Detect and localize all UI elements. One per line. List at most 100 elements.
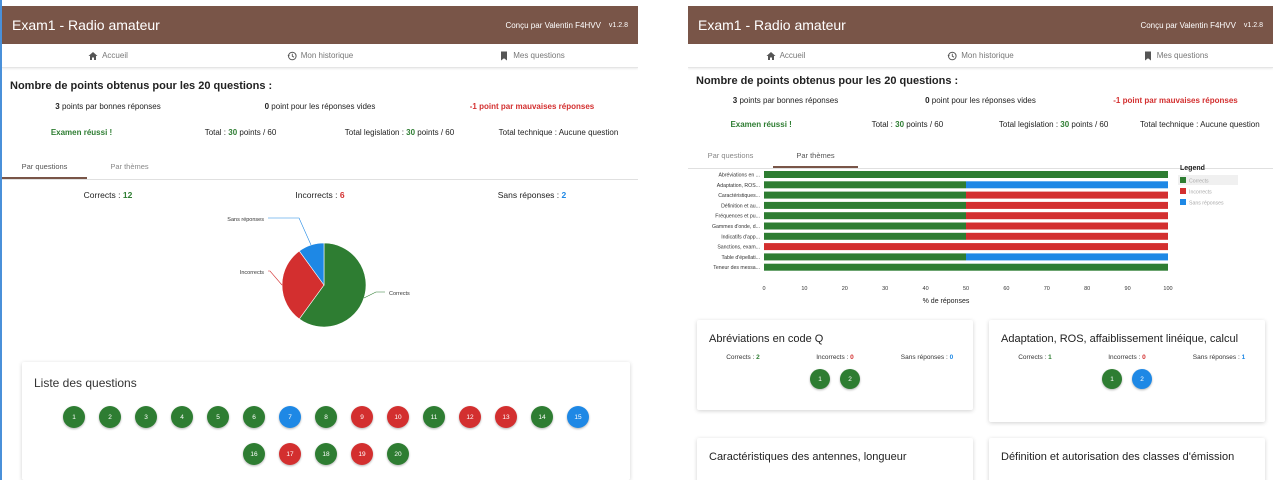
bar-segment bbox=[764, 243, 1168, 251]
bar-category-label: Fréquences et pu... bbox=[715, 214, 760, 220]
bar-segment bbox=[966, 191, 1168, 199]
nav-questions-right[interactable]: Mes questions bbox=[1078, 51, 1273, 61]
question-button[interactable]: 1 bbox=[63, 406, 85, 428]
x-tick-label: 30 bbox=[882, 286, 888, 292]
tab-by-question[interactable]: Par questions bbox=[2, 154, 87, 179]
x-tick-label: 100 bbox=[1163, 286, 1172, 292]
question-button[interactable]: 4 bbox=[171, 406, 193, 428]
question-button[interactable]: 13 bbox=[495, 406, 517, 428]
exam-result-right: Examen réussi ! bbox=[730, 120, 792, 129]
bar-segment bbox=[966, 212, 1168, 220]
app-title-right[interactable]: Exam1 - Radio amateur bbox=[698, 17, 1140, 33]
legend-swatch bbox=[1180, 199, 1186, 205]
question-button[interactable]: 10 bbox=[387, 406, 409, 428]
legend-swatch bbox=[1180, 177, 1186, 183]
total-legislation-right: Total legislation : 30 points / 60 bbox=[998, 120, 1109, 129]
question-button[interactable]: 6 bbox=[243, 406, 265, 428]
question-button[interactable]: 5 bbox=[207, 406, 229, 428]
question-button[interactable]: 14 bbox=[531, 406, 553, 428]
points-heading-right: Nombre de points obtenus pour les 20 que… bbox=[696, 75, 959, 87]
theme-count-correct: Corrects : 1 bbox=[1018, 354, 1052, 361]
question-button[interactable]: 1 bbox=[1102, 369, 1122, 389]
x-tick-label: 40 bbox=[923, 286, 929, 292]
bar-category-label: Sanctions, exam... bbox=[717, 245, 760, 251]
home-icon bbox=[766, 51, 776, 60]
nav-history-right[interactable]: Mon historique bbox=[883, 51, 1078, 61]
theme-count-incorrect: Incorrects : 0 bbox=[816, 354, 854, 361]
question-button[interactable]: 17 bbox=[279, 443, 301, 465]
x-tick-label: 20 bbox=[842, 286, 848, 292]
app-credit-right: Conçu par Valentin F4HVV bbox=[1140, 20, 1236, 30]
theme-count-correct: Corrects : 2 bbox=[726, 354, 760, 361]
bar-segment bbox=[764, 181, 966, 189]
question-button[interactable]: 2 bbox=[840, 369, 860, 389]
legend-label[interactable]: Incorrects bbox=[1189, 190, 1212, 196]
question-button[interactable]: 12 bbox=[459, 406, 481, 428]
question-row-1: 1 2 3 4 5 6 7 8 9 10 11 12 13 14 15 bbox=[22, 406, 630, 428]
rule-good-right: 3 points par bonnes réponses bbox=[732, 96, 839, 105]
nav-home-right[interactable]: Accueil bbox=[688, 51, 883, 61]
x-tick-label: 90 bbox=[1125, 286, 1131, 292]
nav-home-label-right: Accueil bbox=[779, 51, 806, 60]
points-heading: Nombre de points obtenus pour les 20 que… bbox=[10, 80, 273, 92]
theme-count-empty: Sans réponses : 1 bbox=[1192, 354, 1246, 361]
bar-segment bbox=[764, 191, 966, 199]
theme-card: Définition et autorisation des classes d… bbox=[989, 438, 1265, 480]
theme-card: Adaptation, ROS, affaiblissement linéiqu… bbox=[989, 320, 1265, 422]
theme-card-questions: 12 bbox=[989, 369, 1265, 389]
theme-card-questions: 12 bbox=[697, 369, 973, 389]
nav-home[interactable]: Accueil bbox=[2, 51, 214, 61]
bookmark-icon bbox=[1144, 51, 1151, 60]
x-tick-label: 80 bbox=[1084, 286, 1090, 292]
question-button[interactable]: 9 bbox=[351, 406, 373, 428]
nav-bar: Accueil Mon historique Mes questions bbox=[2, 44, 638, 68]
history-icon bbox=[947, 51, 957, 60]
nav-questions-label-right: Mes questions bbox=[1156, 51, 1209, 60]
bar-category-label: Caractéristiques... bbox=[718, 193, 760, 199]
question-button[interactable]: 16 bbox=[243, 443, 265, 465]
legend-label[interactable]: Sans réponses bbox=[1189, 201, 1224, 207]
bar-category-label: Teneur des messa... bbox=[713, 265, 760, 271]
bar-category-label: Gammes d'onde, d... bbox=[712, 224, 760, 230]
question-button[interactable]: 19 bbox=[351, 443, 373, 465]
question-button[interactable]: 15 bbox=[567, 406, 589, 428]
question-button[interactable]: 18 bbox=[315, 443, 337, 465]
count-correct: Corrects : 12 bbox=[83, 190, 133, 200]
question-button[interactable]: 8 bbox=[315, 406, 337, 428]
theme-card: Caractéristiques des antennes, longueur bbox=[697, 438, 973, 480]
tab-by-theme[interactable]: Par thèmes bbox=[87, 154, 172, 179]
pie-label-1: Incorrects bbox=[240, 270, 264, 276]
theme-count-incorrect: Incorrects : 0 bbox=[1108, 354, 1146, 361]
question-button[interactable]: 20 bbox=[387, 443, 409, 465]
legend-label[interactable]: Corrects bbox=[1189, 179, 1209, 185]
legend-title: Legend bbox=[1180, 165, 1205, 172]
bar-segment bbox=[764, 232, 966, 240]
bar-segment bbox=[966, 222, 1168, 230]
x-tick-label: 10 bbox=[801, 286, 807, 292]
rule-bad-right: -1 point par mauvaises réponses bbox=[1113, 96, 1238, 105]
app-version: v1.2.8 bbox=[608, 21, 628, 29]
answer-counts: Corrects : 12 Incorrects : 6 Sans répons… bbox=[2, 190, 638, 200]
question-button[interactable]: 2 bbox=[99, 406, 121, 428]
nav-questions[interactable]: Mes questions bbox=[426, 51, 638, 61]
question-button[interactable]: 7 bbox=[279, 406, 301, 428]
question-button[interactable]: 1 bbox=[810, 369, 830, 389]
home-icon bbox=[88, 51, 98, 60]
nav-history-label-right: Mon historique bbox=[961, 51, 1014, 60]
app-title[interactable]: Exam1 - Radio amateur bbox=[12, 17, 505, 33]
pie-label-0: Corrects bbox=[389, 291, 410, 297]
app-version-right: v1.2.8 bbox=[1243, 21, 1263, 29]
bar-segment bbox=[764, 222, 966, 230]
bar-category-label: Abréviations en ... bbox=[718, 173, 760, 179]
exam-result: Examen réussi ! bbox=[50, 128, 113, 137]
scoring-rules-right: 3 points par bonnes réponses 0 point pou… bbox=[688, 96, 1273, 105]
x-tick-label: 0 bbox=[762, 286, 765, 292]
app-bar-right: Exam1 - Radio amateur Conçu par Valentin… bbox=[688, 6, 1273, 44]
question-button[interactable]: 11 bbox=[423, 406, 445, 428]
question-button[interactable]: 3 bbox=[135, 406, 157, 428]
bar-category-label: Table d'épellati... bbox=[722, 255, 760, 261]
bar-segment bbox=[966, 181, 1168, 189]
question-button[interactable]: 2 bbox=[1132, 369, 1152, 389]
nav-history[interactable]: Mon historique bbox=[214, 51, 426, 61]
rule-good: 3 points par bonnes réponses bbox=[55, 102, 161, 111]
